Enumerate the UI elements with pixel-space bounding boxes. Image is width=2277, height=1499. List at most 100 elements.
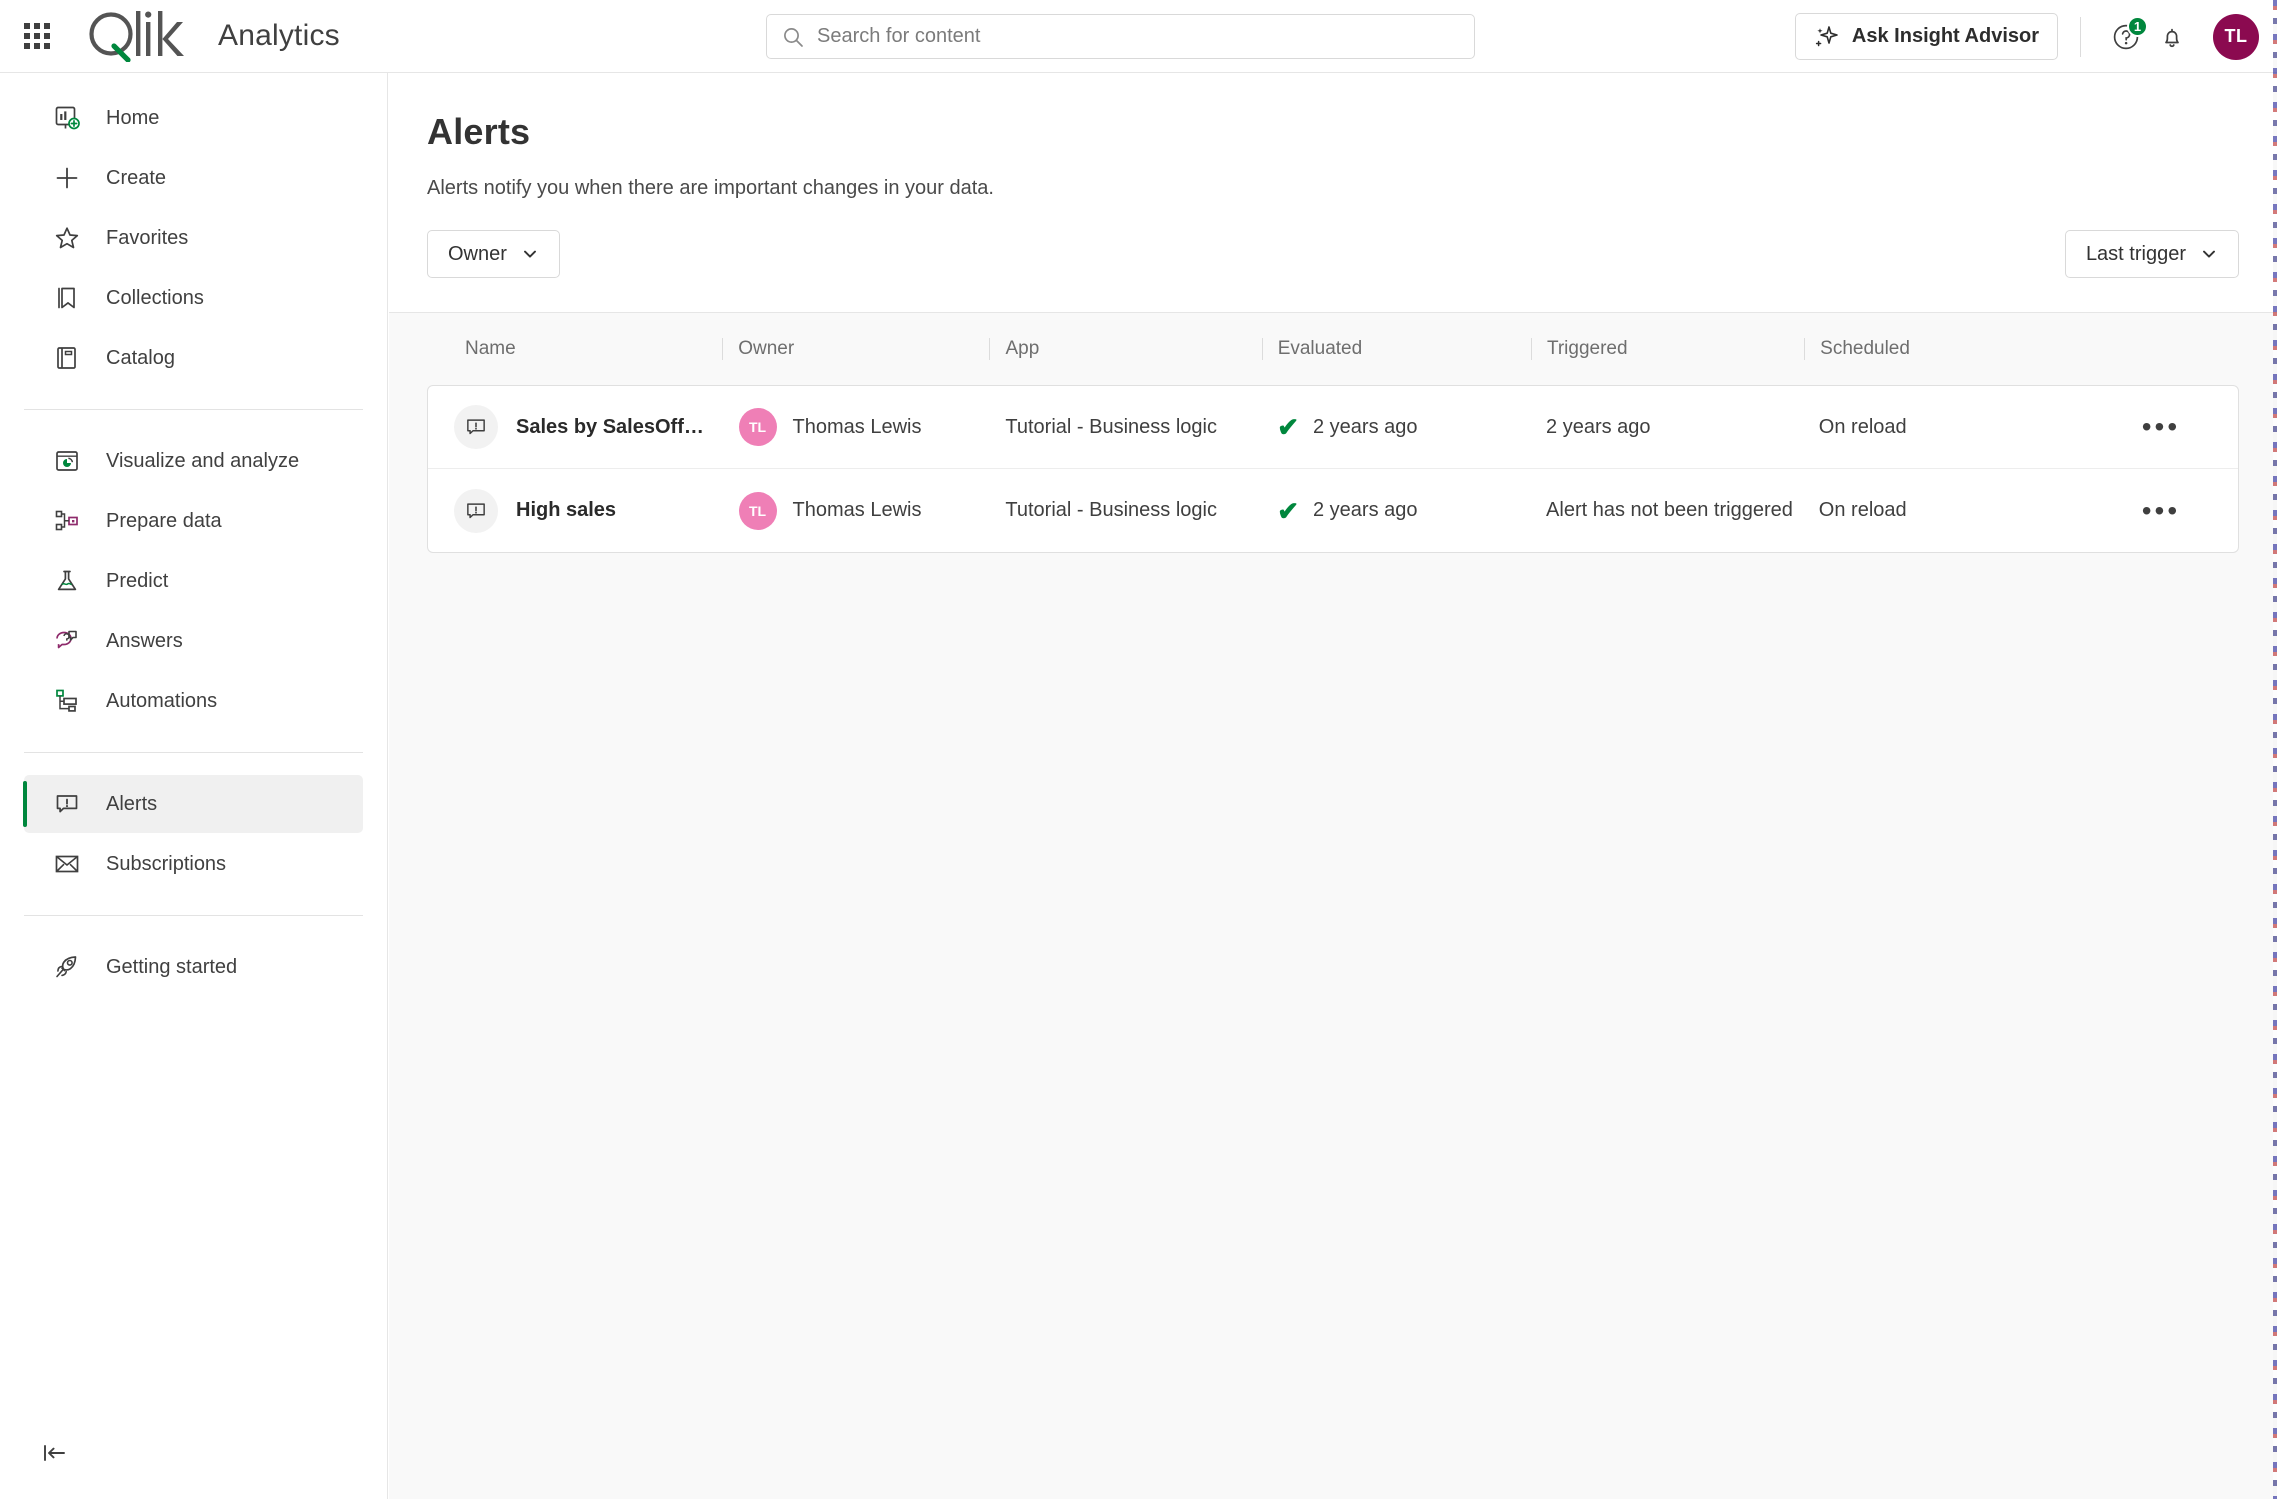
cell-evaluated: ✔ 2 years ago <box>1261 414 1530 440</box>
sparkle-icon <box>1815 25 1838 46</box>
alerts-table-card: Sales by SalesOff… TL Thomas Lewis Tutor… <box>427 385 2239 553</box>
filter-toolbar: Owner Last trigger <box>389 200 2277 313</box>
collapse-left-icon <box>44 1445 65 1461</box>
sidebar-item-predict[interactable]: Predict <box>24 552 363 610</box>
brand-area[interactable]: Analytics <box>84 10 340 62</box>
sidebar-item-alerts[interactable]: Alerts <box>23 775 363 833</box>
chart-window-icon <box>50 444 84 478</box>
qlik-logo-icon <box>89 11 184 62</box>
nav-group-notifications: Alerts Subscriptions <box>0 759 387 909</box>
sort-label: Last trigger <box>2085 242 2186 265</box>
column-header-scheduled[interactable]: Scheduled <box>1804 338 2069 360</box>
sidebar-item-home[interactable]: Home <box>24 89 363 147</box>
cell-scheduled: On reload <box>1818 415 1907 438</box>
sidebar-label: Getting started <box>106 955 238 978</box>
star-icon <box>50 221 84 255</box>
owner-filter-label: Owner <box>448 242 507 265</box>
chevron-down-icon <box>2203 250 2215 258</box>
sort-dropdown[interactable]: Last trigger <box>2064 230 2239 278</box>
header-actions: Ask Insight Advisor 1 TL <box>1794 0 2259 73</box>
column-header-evaluated[interactable]: Evaluated <box>1261 338 1531 360</box>
alert-name: Sales by SalesOff… <box>516 415 704 438</box>
sidebar-label: Catalog <box>106 346 175 369</box>
sidebar-label: Collections <box>106 286 204 309</box>
help-notification-badge: 1 <box>2127 15 2148 37</box>
sidebar-label: Predict <box>106 569 169 592</box>
sidebar-item-collections[interactable]: Collections <box>24 269 363 327</box>
alert-bubble-icon <box>50 787 84 821</box>
sidebar-label: Alerts <box>106 792 158 815</box>
ask-insight-advisor-button[interactable]: Ask Insight Advisor <box>1794 13 2058 60</box>
envelope-icon <box>50 847 84 881</box>
cell-actions: ••• <box>2068 497 2216 525</box>
sidebar-divider <box>24 409 363 410</box>
sidebar-item-automations[interactable]: Automations <box>24 672 363 730</box>
table-header-row: Name Owner App Evaluated Triggered Sched… <box>427 313 2239 385</box>
row-overflow-menu-button[interactable]: ••• <box>2132 413 2190 441</box>
rocket-icon <box>50 950 84 984</box>
sidebar-item-catalog[interactable]: Catalog <box>24 329 363 387</box>
alert-bubble-icon <box>454 488 498 533</box>
sidebar-label: Subscriptions <box>106 852 227 875</box>
column-header-owner[interactable]: Owner <box>722 338 989 360</box>
global-search[interactable] <box>766 14 1475 59</box>
cell-owner: TL Thomas Lewis <box>723 408 990 446</box>
bookmark-icon <box>50 281 84 315</box>
cell-name[interactable]: Sales by SalesOff… <box>450 405 723 449</box>
header-divider <box>2080 16 2081 57</box>
sidebar-label: Prepare data <box>106 509 222 532</box>
top-header-bar: Analytics Ask Insight Advisor <box>0 0 2277 73</box>
collapse-sidebar-button[interactable] <box>30 1429 78 1477</box>
owner-filter-dropdown[interactable]: Owner <box>427 230 560 278</box>
sidebar-label: Answers <box>106 629 183 652</box>
data-nodes-icon <box>50 504 84 538</box>
column-header-app[interactable]: App <box>989 338 1261 360</box>
cell-actions: ••• <box>2068 413 2216 441</box>
sidebar-label: Favorites <box>106 226 189 249</box>
sidebar-label: Automations <box>106 689 218 712</box>
sidebar-divider <box>24 915 363 916</box>
column-header-name[interactable]: Name <box>449 338 722 360</box>
check-icon: ✔ <box>1277 497 1299 524</box>
flask-icon <box>50 564 84 598</box>
sidebar-item-create[interactable]: Create <box>24 149 363 207</box>
sidebar-label: Create <box>106 166 167 189</box>
plus-icon <box>50 161 84 195</box>
alert-name: High sales <box>516 499 617 521</box>
owner-avatar: TL <box>738 408 777 446</box>
owner-name: Thomas Lewis <box>792 499 922 521</box>
column-header-triggered[interactable]: Triggered <box>1530 338 1804 360</box>
cell-evaluated: ✔ 2 years ago <box>1261 498 1530 524</box>
search-input[interactable] <box>817 25 1460 48</box>
notifications-button[interactable] <box>2149 14 2195 60</box>
book-icon <box>50 341 84 375</box>
sidebar-item-answers[interactable]: Answers <box>24 612 363 670</box>
cell-triggered: Alert has not been triggered <box>1546 499 1793 521</box>
table-row[interactable]: Sales by SalesOff… TL Thomas Lewis Tutor… <box>428 386 2238 469</box>
owner-avatar: TL <box>738 491 777 530</box>
sidebar-label: Home <box>106 106 160 129</box>
search-icon <box>784 27 803 47</box>
chevron-down-icon <box>523 250 536 258</box>
bell-icon <box>2165 28 2179 47</box>
table-row[interactable]: High sales TL Thomas Lewis Tutorial - Bu… <box>428 469 2238 552</box>
help-button[interactable]: 1 <box>2103 14 2149 60</box>
sidebar-item-favorites[interactable]: Favorites <box>24 209 363 267</box>
cell-name[interactable]: High sales <box>450 488 723 533</box>
cell-owner: TL Thomas Lewis <box>723 491 990 530</box>
window-edge-artifact <box>2273 0 2277 1499</box>
cell-app: Tutorial - Business logic <box>1005 415 1217 438</box>
ask-insight-advisor-label: Ask Insight Advisor <box>1851 25 2039 47</box>
left-sidebar: Home Create Favorites Collections Catalo… <box>0 73 388 1499</box>
check-icon: ✔ <box>1277 414 1299 440</box>
sidebar-item-getting-started[interactable]: Getting started <box>24 938 363 996</box>
chat-bulb-icon <box>50 624 84 658</box>
sidebar-item-visualize-and-analyze[interactable]: Visualize and analyze <box>24 432 363 490</box>
sidebar-item-subscriptions[interactable]: Subscriptions <box>24 835 363 893</box>
sidebar-item-prepare-data[interactable]: Prepare data <box>24 492 363 550</box>
evaluated-time: 2 years ago <box>1312 499 1418 521</box>
app-launcher-button[interactable] <box>14 13 60 59</box>
main-content: Alerts Alerts notify you when there are … <box>389 73 2277 1499</box>
user-avatar[interactable]: TL <box>2213 13 2259 60</box>
row-overflow-menu-button[interactable]: ••• <box>2132 497 2190 525</box>
